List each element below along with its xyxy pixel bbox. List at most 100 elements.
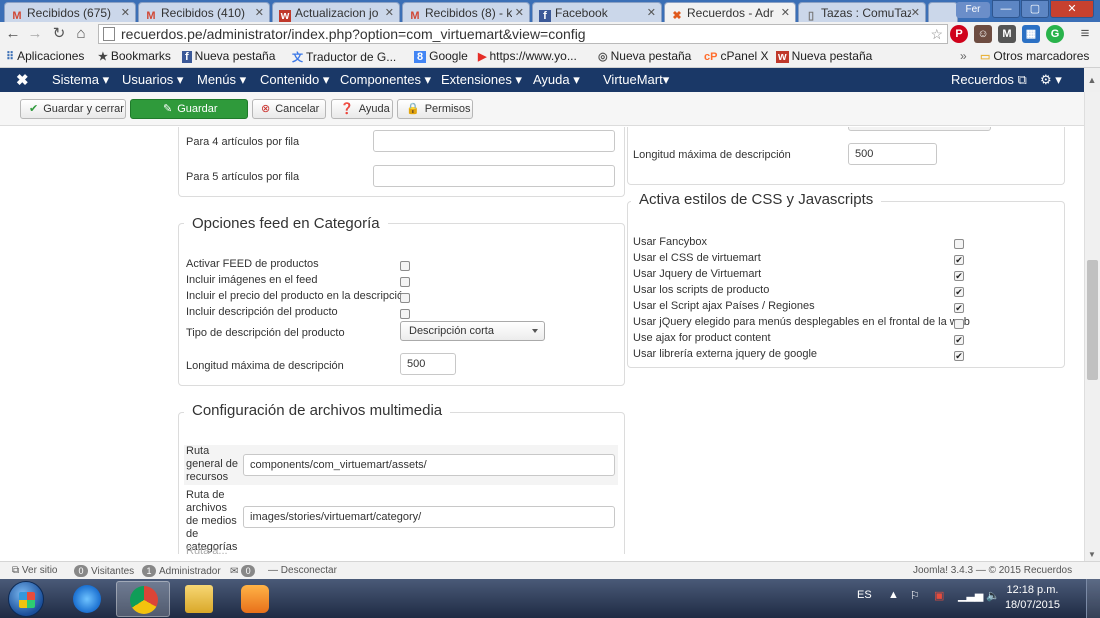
css-option-checkbox[interactable]: ✔	[954, 255, 964, 265]
save-button[interactable]: ✎ Guardar	[130, 99, 248, 119]
network-icon[interactable]: ▁▃▅	[958, 589, 983, 602]
start-button[interactable]	[8, 581, 44, 617]
menu-menus[interactable]: Menús ▾	[197, 72, 246, 88]
help-button[interactable]: ❓ Ayuda	[331, 99, 393, 119]
bookmark-nueva-pestana-1[interactable]: f Nueva pestaña	[182, 49, 275, 63]
close-tab-icon[interactable]: ✕	[515, 6, 524, 19]
close-tab-icon[interactable]: ✕	[647, 6, 656, 19]
feed-images-checkbox[interactable]	[400, 277, 410, 287]
media-category-path-input[interactable]: images/stories/virtuemart/category/	[243, 506, 615, 528]
menu-extensiones[interactable]: Extensiones ▾	[441, 72, 522, 88]
joomla-logo-icon[interactable]: ✖	[16, 71, 29, 89]
new-tab-button[interactable]	[928, 2, 958, 22]
cancel-button[interactable]: ⊗ Cancelar	[252, 99, 326, 119]
close-tab-icon[interactable]: ✕	[385, 6, 394, 19]
feed-activate-checkbox[interactable]	[400, 261, 410, 271]
permissions-button[interactable]: 🔒 Permisos	[397, 99, 473, 119]
scroll-down-icon[interactable]: ▼	[1088, 550, 1096, 559]
alert-icon[interactable]: ▣	[934, 589, 944, 602]
bookmark-apps[interactable]: ⠿ Aplicaciones	[6, 49, 84, 63]
browser-tab-gmail-2[interactable]: M Recibidos (410) ✕	[138, 2, 270, 22]
feed-desc-type-select[interactable]: Descripción corta	[400, 321, 545, 341]
settings-menu[interactable]: ⚙ ▾	[1040, 72, 1062, 88]
media-general-path-input[interactable]: components/com_virtuemart/assets/	[243, 454, 615, 476]
per-row-4-input[interactable]	[373, 130, 615, 152]
bookmark-youtube[interactable]: ▶ https://www.yo...	[478, 49, 577, 63]
menu-virtuemart[interactable]: VirtueMart▾	[603, 72, 669, 88]
save-close-button[interactable]: ✔ Guardar y cerrar	[20, 99, 126, 119]
css-option-label: Usar jQuery elegido para menús desplegab…	[633, 316, 970, 328]
css-option-checkbox[interactable]: ✔	[954, 271, 964, 281]
logout-link[interactable]: — Desconectar	[268, 565, 337, 576]
browser-tab-gmail-1[interactable]: M Recibidos (675) ✕	[4, 2, 136, 22]
bookmark-bookmarks[interactable]: ★ Bookmarks	[98, 49, 171, 63]
css-option-checkbox[interactable]: ✔	[954, 335, 964, 345]
bookmark-cpanel[interactable]: cP cPanel X	[704, 49, 769, 63]
css-option-checkbox[interactable]	[954, 239, 964, 249]
right-top-select-partial[interactable]	[848, 127, 991, 131]
css-option-checkbox[interactable]	[954, 319, 964, 329]
close-tab-icon[interactable]: ✕	[781, 6, 790, 19]
minimize-icon[interactable]: —	[992, 0, 1020, 18]
view-site-link[interactable]: ⧉ Ver sitio	[12, 565, 58, 576]
feed-price-checkbox[interactable]	[400, 293, 410, 303]
taskbar-clock[interactable]: 12:18 p.m. 18/07/2015	[1005, 583, 1060, 613]
browser-tab-recuerdos[interactable]: ✖ Recuerdos - Adr ✕	[664, 2, 796, 22]
language-indicator[interactable]: ES	[857, 589, 872, 601]
bookmark-other[interactable]: ▭ Otros marcadores	[980, 49, 1089, 63]
menu-contenido[interactable]: Contenido ▾	[260, 72, 329, 88]
site-link[interactable]: Recuerdos ⧉	[951, 72, 1027, 88]
feed-description-checkbox[interactable]	[400, 309, 410, 319]
chrome-menu-icon[interactable]: ≡	[1076, 25, 1094, 43]
home-icon[interactable]: ⌂	[72, 25, 90, 43]
scroll-up-icon[interactable]: ▲	[1084, 68, 1100, 92]
volume-icon[interactable]: 🔈	[986, 589, 1000, 602]
taskbar-media[interactable]	[228, 581, 282, 617]
visitors-status: 0 Visitantes	[74, 565, 134, 577]
flag-icon[interactable]: ⚐	[910, 589, 920, 602]
feed-max-len-input[interactable]: 500	[400, 353, 456, 375]
bookmarks-overflow-icon[interactable]: »	[960, 49, 967, 63]
css-option-checkbox[interactable]: ✔	[954, 303, 964, 313]
bookmark-star-icon[interactable]: ☆	[930, 25, 943, 43]
per-row-5-input[interactable]	[373, 165, 615, 187]
show-hidden-icons[interactable]: ▲	[888, 589, 899, 601]
close-window-icon[interactable]: ✕	[1050, 0, 1094, 18]
bookmark-nueva-pestana-3[interactable]: w Nueva pestaña	[776, 49, 872, 63]
browser-tab-actualizacion[interactable]: w Actualizacion jo ✕	[272, 2, 400, 22]
css-option-checkbox[interactable]: ✔	[954, 287, 964, 297]
close-tab-icon[interactable]: ✕	[121, 6, 130, 19]
page-scrollbar[interactable]: ▼	[1084, 92, 1100, 561]
messages-status[interactable]: ✉ 0	[230, 565, 258, 577]
bookmark-traductor[interactable]: 文 Traductor de G...	[292, 49, 396, 65]
right-max-len-input[interactable]: 500	[848, 143, 937, 165]
taskbar-explorer[interactable]	[172, 581, 226, 617]
browser-user-badge[interactable]: Fer	[956, 2, 990, 18]
bookmark-google[interactable]: 8 Google	[414, 49, 468, 63]
pinterest-icon[interactable]: P	[950, 25, 968, 43]
menu-sistema[interactable]: Sistema ▾	[52, 72, 109, 88]
scrollbar-thumb[interactable]	[1087, 260, 1098, 380]
profile-icon[interactable]: ☺	[974, 25, 992, 43]
browser-tab-tazas[interactable]: ▯ Tazas : ComuTaz ✕	[798, 2, 926, 22]
menu-ayuda[interactable]: Ayuda ▾	[533, 72, 580, 88]
calendar-icon[interactable]: ▦	[1022, 25, 1040, 43]
reload-icon[interactable]: ↻	[50, 25, 68, 43]
grammarly-icon[interactable]: G	[1046, 25, 1064, 43]
show-desktop-button[interactable]	[1086, 579, 1100, 618]
gmail-ext-icon[interactable]: M	[998, 25, 1016, 43]
browser-tab-gmail-3[interactable]: M Recibidos (8) - k ✕	[402, 2, 530, 22]
browser-tab-facebook[interactable]: f Facebook ✕	[532, 2, 662, 22]
bookmark-nueva-pestana-2[interactable]: ◎ Nueva pestaña	[598, 49, 691, 63]
back-icon[interactable]: ←	[4, 25, 22, 43]
close-tab-icon[interactable]: ✕	[911, 6, 920, 19]
taskbar-chrome[interactable]	[116, 581, 170, 617]
maximize-icon[interactable]: ▢	[1021, 0, 1049, 18]
close-tab-icon[interactable]: ✕	[255, 6, 264, 19]
css-option-checkbox[interactable]: ✔	[954, 351, 964, 361]
url-input[interactable]: recuerdos.pe/administrator/index.php?opt…	[98, 24, 948, 44]
menu-componentes[interactable]: Componentes ▾	[340, 72, 431, 88]
taskbar-ie[interactable]	[60, 581, 114, 617]
menu-usuarios[interactable]: Usuarios ▾	[122, 72, 183, 88]
forward-icon[interactable]: →	[26, 25, 44, 43]
